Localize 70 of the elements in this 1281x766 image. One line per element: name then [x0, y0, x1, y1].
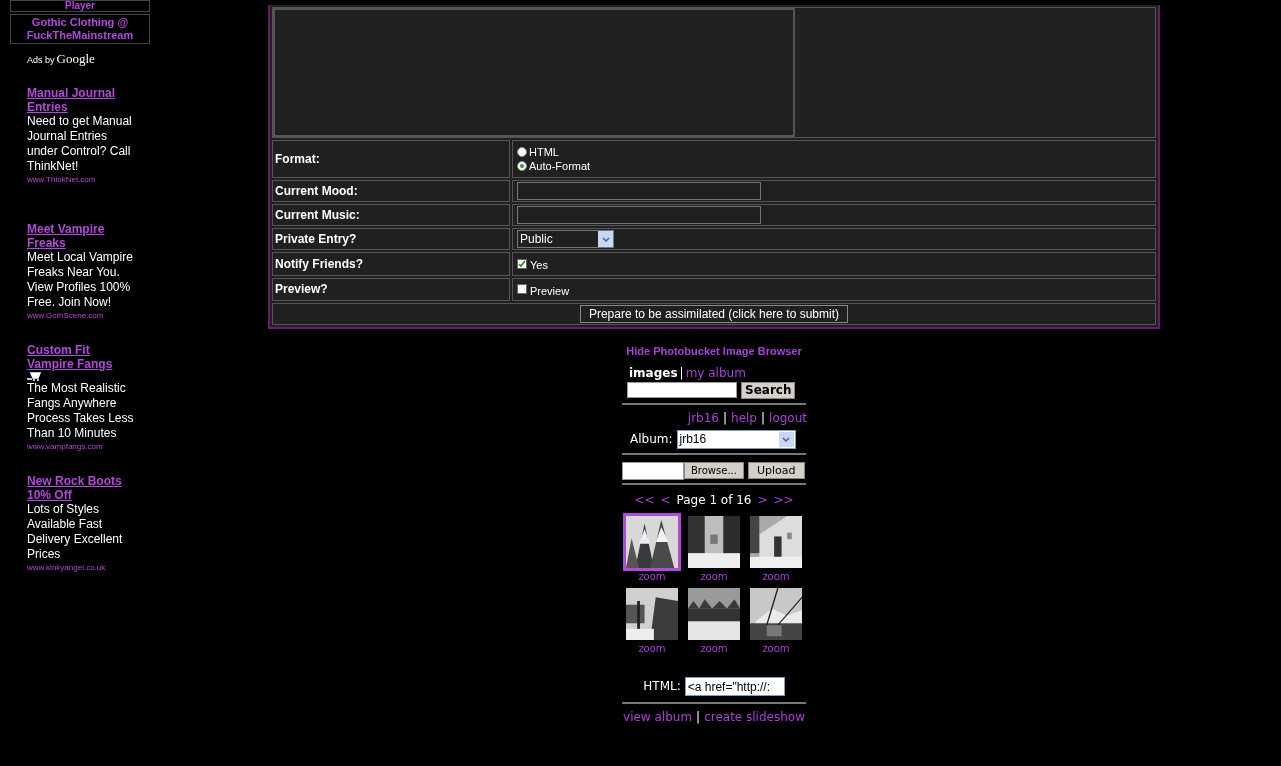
- search-button[interactable]: Search: [741, 381, 796, 399]
- previous-page-link[interactable]: <: [660, 490, 671, 509]
- upload-button[interactable]: Upload: [747, 462, 805, 479]
- user-link[interactable]: jrb16: [687, 408, 719, 427]
- text-field[interactable]: [517, 182, 761, 200]
- radio-label[interactable]: Auto-Format: [529, 159, 591, 173]
- field-label: Preview?: [272, 277, 510, 301]
- separator: |: [723, 409, 728, 427]
- ads-label: Ads by: [27, 54, 55, 67]
- html-code-field[interactable]: <a href="http://:: [684, 676, 785, 696]
- ad-url-link[interactable]: www.vampfangs.com: [27, 440, 134, 452]
- zoom-link[interactable]: zoom: [700, 642, 728, 655]
- separator: |: [679, 364, 684, 382]
- separator: |: [761, 409, 766, 427]
- html-label: HTML:: [643, 678, 681, 695]
- separator: |: [696, 708, 701, 726]
- cart-icon: [27, 370, 41, 381]
- ad-text: The Most Realistic Fangs Anywhere Process Takes Less Than 10 Minutes: [27, 380, 134, 441]
- top-link[interactable]: Player: [10, 0, 150, 12]
- browse-button[interactable]: Browse...: [684, 462, 744, 479]
- footer-link[interactable]: create slideshow: [704, 707, 805, 726]
- footer-link[interactable]: view album: [623, 707, 693, 726]
- text-field[interactable]: [517, 206, 761, 224]
- search-field[interactable]: [627, 381, 737, 398]
- zoom-link[interactable]: zoom: [762, 570, 790, 583]
- album-label: Album:: [630, 431, 673, 448]
- promo-link[interactable]: Gothic Clothing @ FuckTheMainstream: [10, 14, 150, 44]
- tab[interactable]: my album: [685, 363, 746, 382]
- user-link[interactable]: logout: [769, 408, 807, 427]
- checkbox-label[interactable]: Preview: [530, 279, 570, 299]
- field-label: Current Music:: [272, 204, 510, 226]
- ad-title-link[interactable]: New Rock Boots 10% Off: [27, 473, 134, 502]
- field-label: Current Mood:: [272, 180, 510, 202]
- ad-title-link[interactable]: Custom Fit Vampire Fangs: [27, 342, 134, 371]
- ad-text: Lots of Styles Available Fast Delivery Excellent Prices: [27, 501, 124, 562]
- file-field[interactable]: [622, 461, 684, 480]
- ad-text: Meet Local Vampire Freaks Near You. View Profiles 100% Free. Join Now!: [27, 249, 134, 310]
- zoom-link[interactable]: zoom: [638, 570, 666, 583]
- zoom-link[interactable]: zoom: [700, 570, 728, 583]
- submit-button[interactable]: Prepare to be assimilated (click here to submit): [579, 305, 849, 323]
- last-page-link[interactable]: >>: [773, 490, 794, 509]
- radio-button[interactable]: [517, 147, 527, 157]
- radio-label[interactable]: HTML: [529, 145, 559, 159]
- thumbnail[interactable]: [623, 512, 681, 571]
- zoom-link[interactable]: zoom: [762, 642, 790, 655]
- tab[interactable]: images: [629, 363, 678, 382]
- field-label: Format:: [272, 140, 510, 178]
- ad-url-link[interactable]: www.GothScene.com: [27, 309, 134, 321]
- checkbox-label[interactable]: Yes: [530, 254, 548, 274]
- ad-title-link[interactable]: Meet Vampire Freaks: [27, 221, 134, 250]
- ad-url-link[interactable]: www.ThinkNet.com: [27, 173, 134, 185]
- ads-brand: Google: [56, 50, 95, 68]
- album-dropdown[interactable]: jrb16: [676, 429, 796, 449]
- radio-button[interactable]: [517, 161, 527, 171]
- next-page-link[interactable]: >: [757, 490, 768, 509]
- checkbox[interactable]: [517, 284, 527, 295]
- ad-title-link[interactable]: Manual Journal Entries: [27, 85, 134, 114]
- page-indicator: Page 1 of 16: [676, 491, 752, 509]
- field-label: Private Entry?: [272, 228, 510, 250]
- chevron-down-icon: [598, 231, 613, 247]
- zoom-link[interactable]: zoom: [638, 642, 666, 655]
- ad-text: Need to get Manual Journal Entries under Control? Call ThinkNet!: [27, 113, 133, 174]
- chevron-down-icon: [778, 431, 794, 447]
- user-link[interactable]: help: [731, 408, 757, 427]
- dropdown[interactable]: Public: [517, 230, 614, 248]
- first-page-link[interactable]: <<: [634, 490, 655, 509]
- hide-browser-link[interactable]: Hide Photobucket Image Browser: [626, 343, 802, 360]
- ad-url-link[interactable]: www.kinkyangel.co.uk: [27, 561, 134, 573]
- field-label: Notify Friends?: [272, 252, 510, 276]
- checkbox[interactable]: [517, 258, 527, 269]
